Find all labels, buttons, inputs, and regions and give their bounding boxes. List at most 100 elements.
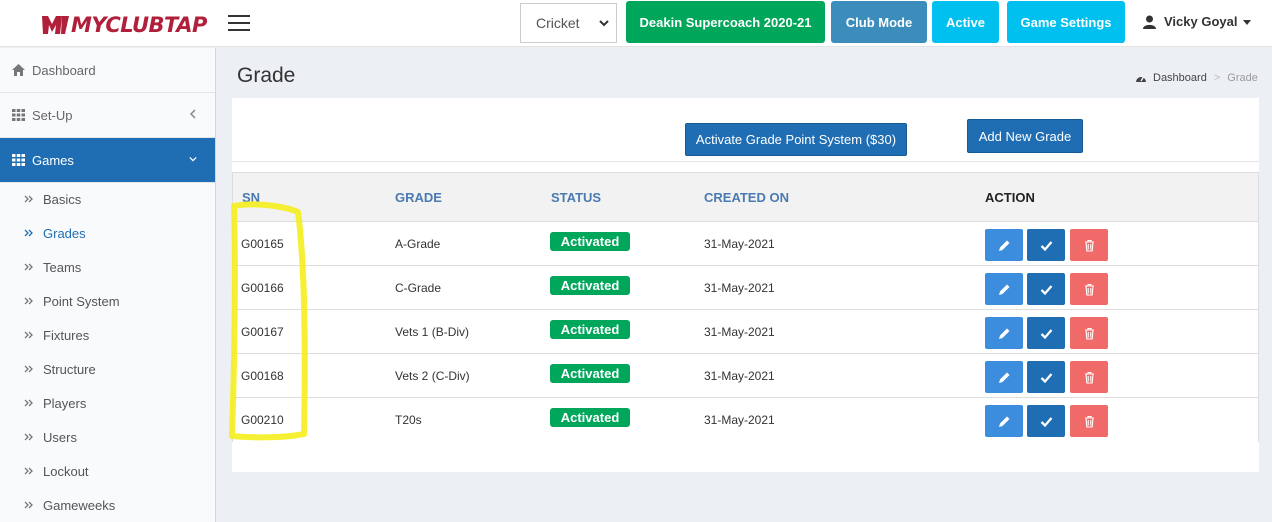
game-settings-button[interactable]: Game Settings (1007, 1, 1125, 43)
sidebar-item-users[interactable]: Users (0, 420, 215, 454)
divider (232, 161, 1259, 162)
cell-grade: Vets 2 (C-Div) (395, 369, 470, 383)
delete-button[interactable] (1070, 273, 1108, 305)
check-icon (1040, 328, 1052, 339)
table-row: G00167 Vets 1 (B-Div) Activated 31-May-2… (233, 310, 1258, 354)
cell-sn: G00165 (241, 237, 284, 251)
sidebar-item-structure[interactable]: Structure (0, 352, 215, 386)
check-icon (1040, 240, 1052, 251)
sidebar-item-lockout[interactable]: Lockout (0, 454, 215, 488)
season-button[interactable]: Deakin Supercoach 2020-21 (626, 1, 825, 43)
logo-mark-icon (42, 16, 69, 34)
double-chevron-right-icon (24, 399, 33, 407)
user-menu[interactable]: Vicky Goyal (1143, 14, 1252, 29)
sidebar-item-dashboard[interactable]: Dashboard (0, 48, 215, 93)
approve-button[interactable] (1027, 361, 1065, 393)
approve-button[interactable] (1027, 317, 1065, 349)
table-row: G00168 Vets 2 (C-Div) Activated 31-May-2… (233, 354, 1258, 398)
chevron-down-icon (599, 20, 609, 27)
column-header-grade[interactable]: GRADE (395, 190, 442, 205)
status-badge: Activated (550, 408, 630, 427)
cell-grade: C-Grade (395, 281, 442, 295)
sidebar-item-games[interactable]: Games (0, 138, 215, 183)
chevron-left-icon (189, 109, 196, 119)
sidebar: Dashboard Set-Up Games Basics Grades Tea… (0, 48, 216, 522)
cell-grade: Vets 1 (B-Div) (395, 325, 470, 339)
cell-grade: A-Grade (395, 237, 441, 251)
edit-button[interactable] (985, 229, 1023, 261)
pencil-icon (998, 416, 1009, 427)
grid-icon (12, 109, 25, 121)
top-navbar: MYCLUBTAP Cricket Deakin Supercoach 2020… (0, 0, 1272, 47)
column-header-status[interactable]: STATUS (551, 190, 601, 205)
status-badge: Activated (550, 320, 630, 339)
status-badge: Activated (550, 232, 630, 251)
sidebar-item-basics[interactable]: Basics (0, 182, 215, 216)
edit-button[interactable] (985, 273, 1023, 305)
hamburger-icon (228, 15, 250, 17)
pencil-icon (998, 328, 1009, 339)
cell-sn: G00168 (241, 369, 284, 383)
cell-created-on: 31-May-2021 (704, 237, 775, 251)
column-header-created-on[interactable]: CREATED ON (704, 190, 789, 205)
double-chevron-right-icon (24, 195, 33, 203)
double-chevron-right-icon (24, 331, 33, 339)
cell-created-on: 31-May-2021 (704, 413, 775, 427)
check-icon (1040, 416, 1052, 427)
double-chevron-right-icon (24, 433, 33, 441)
delete-button[interactable] (1070, 361, 1108, 393)
trash-icon (1084, 239, 1094, 252)
club-mode-button[interactable]: Club Mode (831, 1, 927, 43)
cell-created-on: 31-May-2021 (704, 325, 775, 339)
chevron-down-icon (189, 156, 197, 162)
pencil-icon (998, 240, 1009, 251)
user-name: Vicky Goyal (1164, 14, 1238, 29)
sport-select[interactable]: Cricket (520, 3, 617, 43)
sidebar-item-teams[interactable]: Teams (0, 250, 215, 284)
column-header-sn[interactable]: SN (242, 190, 260, 205)
add-new-grade-button[interactable]: Add New Grade (967, 119, 1083, 153)
cell-grade: T20s (395, 413, 422, 427)
breadcrumb-current: Grade (1227, 72, 1258, 84)
trash-icon (1084, 371, 1094, 384)
caret-down-icon (1243, 19, 1252, 25)
double-chevron-right-icon (24, 297, 33, 305)
sidebar-toggle-button[interactable] (228, 15, 250, 31)
sidebar-item-point-system[interactable]: Point System (0, 284, 215, 318)
sidebar-item-setup[interactable]: Set-Up (0, 93, 215, 138)
sidebar-item-gameweeks[interactable]: Gameweeks (0, 488, 215, 522)
sidebar-item-players[interactable]: Players (0, 386, 215, 420)
delete-button[interactable] (1070, 229, 1108, 261)
approve-button[interactable] (1027, 273, 1065, 305)
delete-button[interactable] (1070, 405, 1108, 437)
app-logo[interactable]: MYCLUBTAP (40, 10, 207, 40)
double-chevron-right-icon (24, 501, 33, 509)
pencil-icon (998, 284, 1009, 295)
pencil-icon (998, 372, 1009, 383)
status-badge: Activated (550, 364, 630, 383)
edit-button[interactable] (985, 405, 1023, 437)
edit-button[interactable] (985, 317, 1023, 349)
table-row: G00166 C-Grade Activated 31-May-2021 (233, 266, 1258, 310)
cell-created-on: 31-May-2021 (704, 369, 775, 383)
grades-table: SN GRADE STATUS CREATED ON ACTION G00165… (232, 172, 1259, 442)
delete-button[interactable] (1070, 317, 1108, 349)
status-badge: Activated (550, 276, 630, 295)
dashboard-icon (1136, 76, 1146, 82)
active-button[interactable]: Active (932, 1, 999, 43)
trash-icon (1084, 283, 1094, 296)
logo-text: MYCLUBTAP (71, 13, 207, 37)
breadcrumb: Dashboard > Grade (1135, 72, 1258, 84)
sidebar-item-fixtures[interactable]: Fixtures (0, 318, 215, 352)
home-icon (12, 64, 25, 76)
edit-button[interactable] (985, 361, 1023, 393)
approve-button[interactable] (1027, 229, 1065, 261)
sidebar-item-grades[interactable]: Grades (0, 216, 215, 250)
approve-button[interactable] (1027, 405, 1065, 437)
table-header: SN GRADE STATUS CREATED ON ACTION (233, 173, 1258, 222)
activate-grade-point-system-button[interactable]: Activate Grade Point System ($30) (685, 123, 907, 156)
double-chevron-right-icon (24, 263, 33, 271)
double-chevron-right-icon (24, 229, 33, 237)
breadcrumb-home-link[interactable]: Dashboard (1153, 72, 1207, 84)
trash-icon (1084, 415, 1094, 428)
